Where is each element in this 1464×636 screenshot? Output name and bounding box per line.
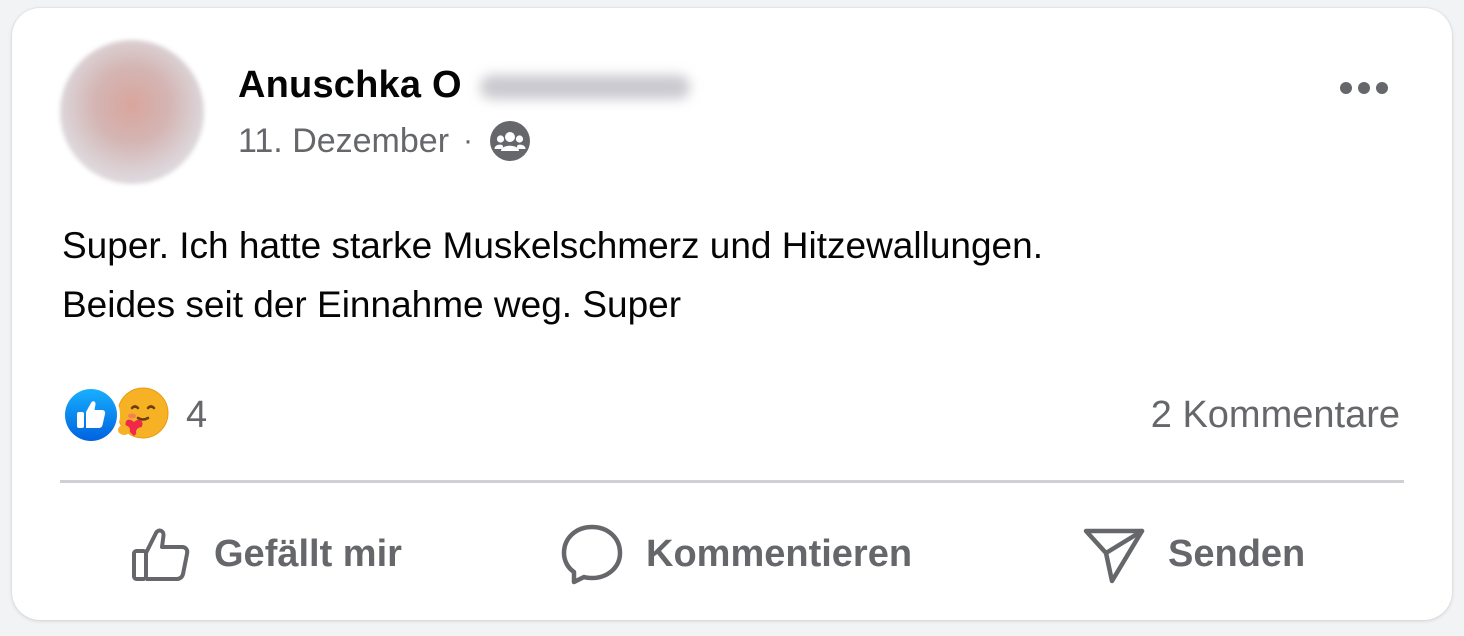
meta-separator: · (463, 124, 474, 157)
care-reaction-icon (114, 386, 172, 444)
post-text-line: Super. Ich hatte starke Muskelschmerz un… (62, 225, 1043, 266)
post-meta: 11. Dezember · (238, 120, 531, 162)
author-name-redacted (479, 75, 690, 99)
like-button[interactable]: Gefällt mir (130, 514, 402, 594)
like-reaction-icon (62, 386, 120, 444)
comment-button-label: Kommentieren (646, 532, 913, 575)
comment-count-link[interactable]: 2 Kommentare (1151, 394, 1400, 437)
post-text: Super. Ich hatte starke Muskelschmerz un… (62, 216, 1402, 334)
post-card: Anuschka O 11. Dezember · Super. Ich hat… (12, 8, 1452, 620)
comment-button[interactable]: Kommentieren (560, 514, 912, 594)
group-icon[interactable] (489, 120, 531, 162)
author-name[interactable]: Anuschka O (238, 64, 462, 107)
send-button[interactable]: Senden (1082, 514, 1305, 594)
send-icon (1083, 528, 1145, 584)
avatar[interactable] (60, 40, 204, 184)
thumbs-up-icon (132, 528, 190, 581)
send-button-label: Senden (1168, 532, 1306, 575)
post-text-line: Beides seit der Einnahme weg. Super (62, 284, 682, 325)
comment-bubble-icon (561, 524, 623, 585)
more-options-button[interactable] (1336, 70, 1392, 106)
post-date[interactable]: 11. Dezember (238, 122, 449, 161)
reactions-summary[interactable]: 4 (62, 386, 207, 444)
author-row: Anuschka O (238, 60, 690, 110)
more-dots-icon (1340, 82, 1388, 94)
like-button-label: Gefällt mir (214, 532, 402, 575)
reaction-count[interactable]: 4 (186, 394, 207, 437)
divider (60, 480, 1404, 483)
